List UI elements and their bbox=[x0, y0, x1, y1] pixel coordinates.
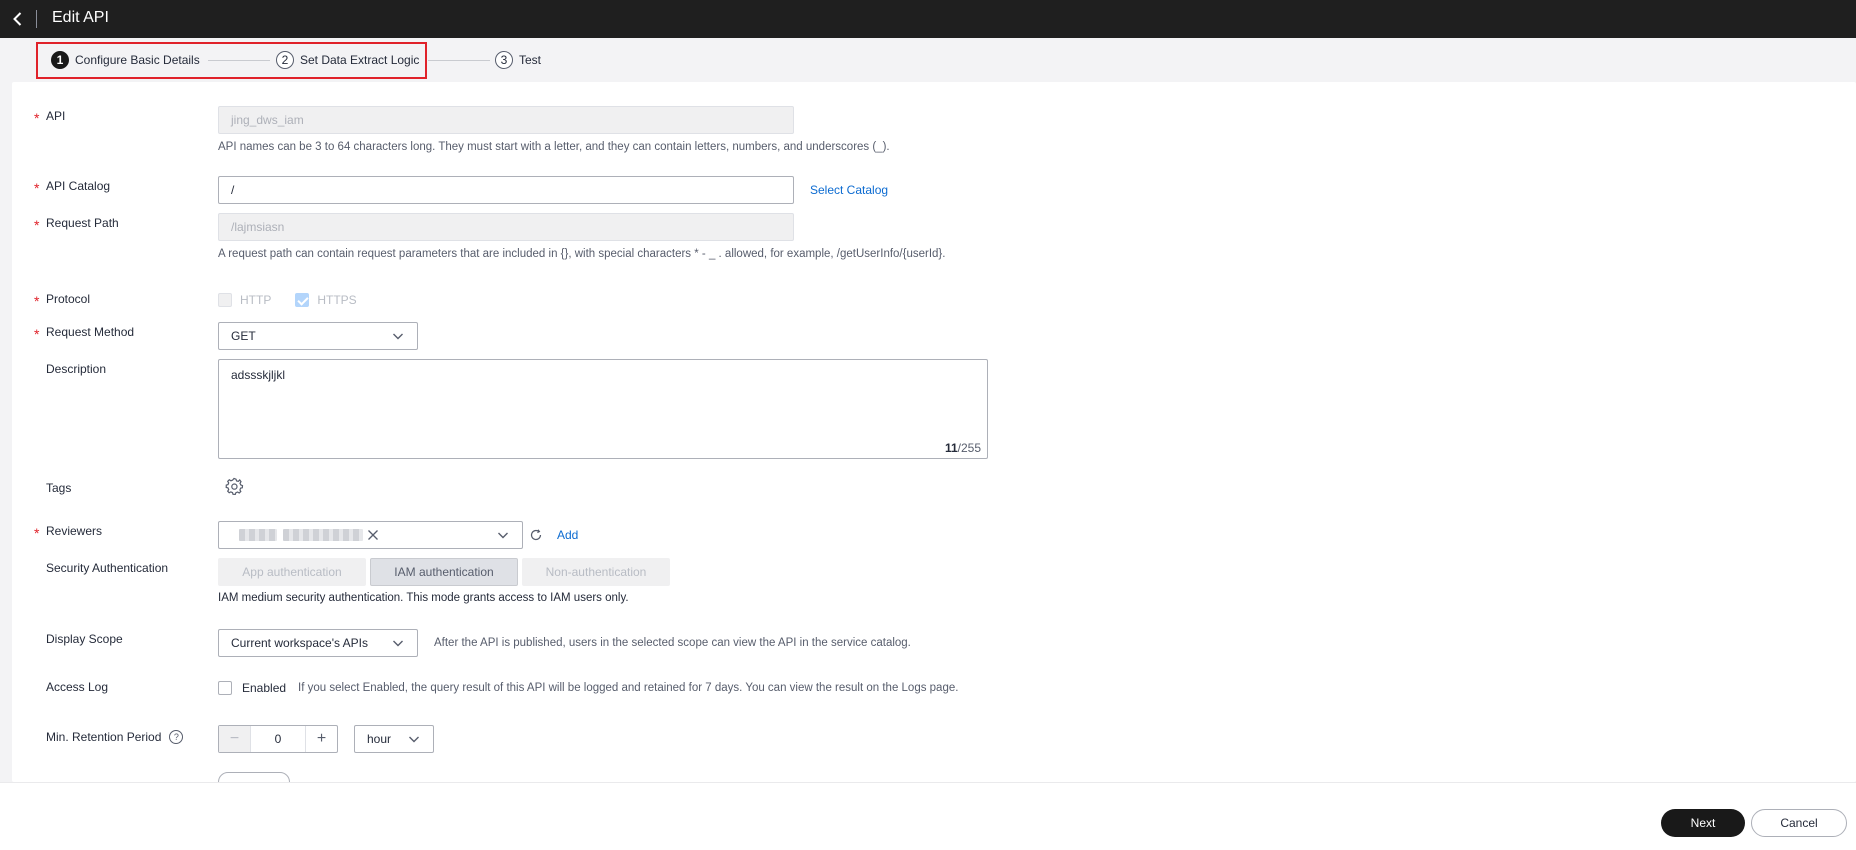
chevron-down-icon bbox=[409, 736, 419, 743]
request-path-hint: A request path can contain request param… bbox=[218, 248, 946, 260]
step-set-data-extract-logic[interactable]: 2 Set Data Extract Logic bbox=[276, 51, 419, 69]
retention-unit-select[interactable]: hour bbox=[354, 725, 434, 753]
tags-field bbox=[224, 476, 244, 499]
page-title: Edit API bbox=[52, 9, 109, 26]
tags-label: Tags bbox=[46, 481, 72, 495]
retention-value[interactable]: 0 bbox=[251, 732, 305, 746]
next-button[interactable]: Next bbox=[1661, 809, 1745, 837]
request-path-field: /lajmsiasn A request path can contain re… bbox=[218, 213, 945, 260]
security-auth-hint: IAM medium security authentication. This… bbox=[218, 592, 629, 604]
description-field: adssskjljkl 11/255 bbox=[218, 359, 988, 459]
decrement-button[interactable]: − bbox=[219, 726, 251, 752]
api-name-input[interactable]: jing_dws_iam bbox=[218, 106, 794, 134]
request-path-input[interactable]: /lajmsiasn bbox=[218, 213, 794, 241]
api-label: * API bbox=[34, 109, 66, 126]
security-auth-field: App authentication IAM authentication No… bbox=[218, 558, 674, 604]
redacted-name bbox=[239, 529, 277, 541]
reviewers-label: * Reviewers bbox=[34, 524, 103, 541]
wizard-steps: 1 Configure Basic Details 2 Set Data Ext… bbox=[0, 38, 1856, 82]
step-label: Configure Basic Details bbox=[75, 53, 200, 67]
chevron-down-icon bbox=[393, 640, 403, 647]
select-catalog-link[interactable]: Select Catalog bbox=[810, 183, 888, 197]
display-scope-field: Current workspace's APIs After the API i… bbox=[218, 629, 911, 657]
top-bar: Edit API bbox=[0, 0, 1856, 38]
retention-label: Min. Retention Period ? bbox=[46, 730, 184, 744]
step-number: 1 bbox=[51, 51, 69, 69]
catalog-field: / Select Catalog bbox=[218, 176, 888, 204]
protocol-label: * Protocol bbox=[34, 292, 91, 309]
api-field: jing_dws_iam API names can be 3 to 64 ch… bbox=[218, 106, 890, 153]
close-icon[interactable] bbox=[367, 529, 379, 541]
request-method-value: GET bbox=[231, 329, 256, 343]
iam-authentication-option[interactable]: IAM authentication bbox=[370, 558, 518, 586]
refresh-icon[interactable] bbox=[529, 528, 543, 542]
form-panel: * API jing_dws_iam API names can be 3 to … bbox=[12, 82, 1856, 782]
step-label: Set Data Extract Logic bbox=[300, 53, 420, 67]
step-connector bbox=[208, 60, 270, 61]
access-log-option-label: Enabled bbox=[242, 681, 287, 695]
retention-field: − 0 + hour bbox=[218, 725, 434, 753]
step-number: 2 bbox=[276, 51, 294, 69]
char-counter: 11/255 bbox=[944, 441, 981, 455]
retention-unit-value: hour bbox=[367, 732, 392, 746]
display-scope-select[interactable]: Current workspace's APIs bbox=[218, 629, 418, 657]
step-connector bbox=[428, 60, 490, 61]
protocol-field: HTTP HTTPS bbox=[218, 293, 357, 307]
gear-icon[interactable] bbox=[224, 476, 244, 496]
request-method-field: GET bbox=[218, 322, 418, 350]
footer-bar: Next Cancel bbox=[0, 782, 1856, 850]
help-icon[interactable]: ? bbox=[169, 730, 184, 744]
access-log-hint: If you select Enabled, the query result … bbox=[298, 682, 959, 694]
display-scope-hint: After the API is published, users in the… bbox=[434, 637, 911, 649]
api-hint: API names can be 3 to 64 characters long… bbox=[218, 141, 890, 153]
security-auth-label: Security Authentication bbox=[46, 561, 169, 575]
step-test[interactable]: 3 Test bbox=[495, 51, 541, 69]
add-reviewer-link[interactable]: Add bbox=[557, 528, 578, 542]
catalog-input[interactable]: / bbox=[218, 176, 794, 204]
header-divider bbox=[36, 10, 37, 28]
reviewers-select[interactable] bbox=[218, 521, 523, 549]
access-log-checkbox[interactable] bbox=[218, 681, 232, 695]
back-arrow-icon[interactable] bbox=[8, 9, 28, 29]
non-authentication-option[interactable]: Non-authentication bbox=[522, 558, 670, 586]
security-auth-segmented: App authentication IAM authentication No… bbox=[218, 558, 674, 586]
increment-button[interactable]: + bbox=[305, 726, 337, 752]
request-method-select[interactable]: GET bbox=[218, 322, 418, 350]
access-log-label: Access Log bbox=[46, 680, 109, 694]
chevron-down-icon bbox=[393, 333, 403, 340]
description-textarea[interactable]: adssskjljkl 11/255 bbox=[218, 359, 988, 459]
description-label: Description bbox=[46, 362, 107, 376]
description-value: adssskjljkl bbox=[231, 368, 286, 382]
request-path-label: * Request Path bbox=[34, 216, 119, 233]
reviewer-tag bbox=[225, 525, 385, 545]
step-label: Test bbox=[519, 53, 542, 67]
retention-stepper: − 0 + bbox=[218, 725, 338, 753]
app-authentication-option[interactable]: App authentication bbox=[218, 558, 366, 586]
http-checkbox[interactable] bbox=[218, 293, 232, 307]
https-label: HTTPS bbox=[317, 293, 357, 307]
chevron-down-icon bbox=[498, 532, 508, 539]
display-scope-label: Display Scope bbox=[46, 632, 123, 646]
cancel-button[interactable]: Cancel bbox=[1751, 809, 1847, 837]
step-configure-basic-details[interactable]: 1 Configure Basic Details bbox=[51, 51, 200, 69]
request-method-label: * Request Method bbox=[34, 325, 135, 342]
http-label: HTTP bbox=[240, 293, 272, 307]
catalog-label: * API Catalog bbox=[34, 179, 111, 196]
access-log-field: Enabled If you select Enabled, the query… bbox=[218, 681, 958, 695]
clipped-control bbox=[218, 772, 290, 782]
redacted-name bbox=[283, 529, 363, 541]
https-checkbox[interactable] bbox=[295, 293, 310, 307]
step-number: 3 bbox=[495, 51, 513, 69]
display-scope-value: Current workspace's APIs bbox=[231, 636, 369, 650]
reviewers-field: Add bbox=[218, 521, 578, 549]
